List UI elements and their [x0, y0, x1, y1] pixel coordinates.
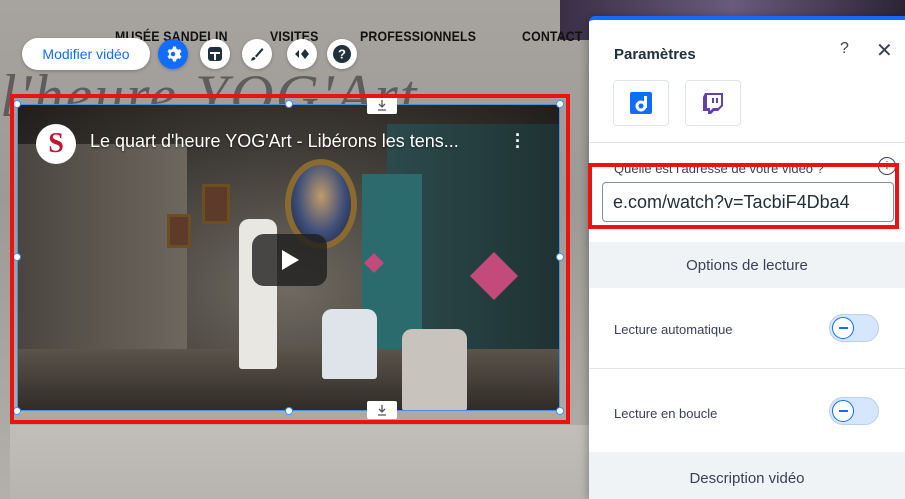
design-button[interactable]	[242, 39, 272, 69]
animation-icon	[295, 49, 309, 59]
more-options-icon[interactable]: · · ·	[514, 126, 522, 156]
autoplay-label: Lecture automatique	[614, 322, 733, 337]
play-icon	[281, 250, 299, 270]
help-icon: ?	[333, 45, 351, 63]
design-brush-icon	[251, 48, 264, 61]
info-icon[interactable]: i	[878, 157, 896, 175]
video-url-label: Quelle est l'adresse de votre vidéo ?	[614, 161, 824, 176]
loop-toggle[interactable]	[829, 397, 879, 425]
resize-handle-top-right[interactable]	[556, 100, 564, 108]
video-url-input[interactable]	[602, 182, 894, 222]
help-button[interactable]: ?	[327, 39, 357, 69]
panel-help-icon[interactable]: ?	[840, 40, 849, 58]
animation-button[interactable]	[287, 39, 317, 69]
stretch-icon	[378, 100, 386, 111]
channel-logo: S	[48, 128, 64, 159]
stretch-bottom-button[interactable]	[367, 401, 397, 419]
toggle-knob	[832, 400, 854, 422]
nav-item-contact[interactable]: CONTACT	[522, 28, 583, 44]
toggle-knob	[832, 317, 854, 339]
source-twitch-button[interactable]	[685, 80, 741, 126]
video-player[interactable]: S Le quart d'heure YOG'Art - Libérons le…	[17, 104, 560, 411]
panel-close-icon[interactable]: ✕	[876, 38, 893, 63]
loop-label: Lecture en boucle	[614, 406, 718, 421]
stretch-top-button[interactable]	[367, 96, 397, 114]
twitch-icon	[703, 93, 723, 114]
stretch-icon	[378, 405, 386, 416]
settings-button[interactable]	[158, 39, 188, 69]
channel-avatar[interactable]: S	[36, 124, 76, 164]
resize-handle-top-left[interactable]	[13, 100, 21, 108]
play-button[interactable]	[252, 234, 327, 286]
autoplay-toggle[interactable]	[829, 314, 879, 342]
source-dailymotion-button[interactable]	[613, 80, 669, 126]
edit-video-button[interactable]: Modifier vidéo	[22, 38, 150, 70]
layout-button[interactable]	[200, 39, 230, 69]
dailymotion-icon	[630, 92, 652, 114]
resize-handle-left[interactable]	[13, 253, 21, 261]
resize-handle-bottom-left[interactable]	[13, 407, 21, 415]
resize-handle-top[interactable]	[285, 100, 293, 108]
svg-text:?: ?	[338, 47, 346, 62]
resize-handle-right[interactable]	[556, 253, 564, 261]
nav-item-professionnels[interactable]: PROFESSIONNELS	[360, 28, 476, 44]
panel-title: Paramètres	[614, 46, 696, 63]
video-title[interactable]: Le quart d'heure YOG'Art - Libérons les …	[90, 131, 459, 152]
resize-handle-bottom-right[interactable]	[556, 407, 564, 415]
video-description-header: Description vidéo	[589, 452, 905, 499]
settings-panel: Paramètres ? ✕ Quelle est l'adresse de v…	[589, 16, 905, 499]
page-background-section	[10, 425, 590, 499]
layout-icon	[208, 47, 222, 61]
resize-handle-bottom[interactable]	[285, 407, 293, 415]
playback-options-header: Options de lecture	[589, 242, 905, 288]
settings-icon	[167, 46, 182, 62]
